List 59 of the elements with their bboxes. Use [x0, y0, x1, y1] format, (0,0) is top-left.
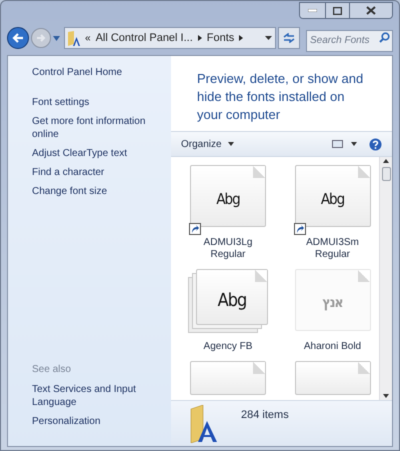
refresh-button[interactable] [278, 27, 300, 49]
minimize-button[interactable] [300, 3, 326, 18]
back-button[interactable] [7, 27, 29, 49]
minimize-icon [308, 9, 317, 12]
scroll-down-arrow-icon [383, 394, 389, 398]
sidebar-link[interactable]: Personalization [32, 415, 165, 428]
folder-font-icon [189, 405, 219, 443]
search-field[interactable]: Search Fonts [306, 30, 393, 52]
sidebar-link[interactable]: Get more font information online [32, 115, 165, 141]
sidebar-link[interactable]: Adjust ClearType text [32, 147, 165, 160]
back-arrow-icon [12, 33, 24, 43]
breadcrumb[interactable]: Fonts [206, 30, 234, 46]
item-count: 284 items [241, 408, 289, 423]
close-button[interactable] [350, 3, 392, 18]
sidebar-link[interactable]: Control Panel Home [32, 65, 165, 80]
font-name: ADMUI3Lg Regular [202, 237, 254, 261]
dropdown-caret-icon [265, 36, 272, 40]
sample-text: Abg [218, 288, 246, 312]
font-name: Agency FB [202, 341, 254, 353]
sample-text: אנץ [322, 294, 343, 312]
overflow-chevron[interactable]: « [85, 30, 91, 46]
shortcut-arrow-icon [189, 223, 201, 235]
close-icon [366, 6, 376, 15]
breadcrumb-arrow-icon[interactable] [198, 35, 202, 41]
dropdown-caret-icon [228, 142, 234, 146]
dropdown-caret-icon [351, 142, 357, 146]
scroll-up-arrow-icon [383, 159, 389, 163]
font-name: Aharoni Bold [302, 341, 362, 353]
folded-corner [253, 166, 265, 178]
folded-corner [358, 362, 370, 374]
sidebar-link[interactable]: Find a character [32, 166, 165, 179]
see-also-heading: See also [32, 363, 72, 377]
search-icon [379, 32, 390, 43]
sidebar-link[interactable]: Text Services and Input Language [32, 383, 165, 409]
breadcrumb-arrow-icon[interactable] [239, 35, 244, 41]
help-icon[interactable] [369, 138, 382, 150]
scroll-thumb[interactable] [382, 167, 390, 181]
dropdown-caret-icon [53, 36, 60, 40]
maximize-icon [333, 6, 342, 14]
folded-corner [255, 270, 267, 282]
breadcrumb[interactable]: All Control Panel I... [96, 30, 193, 46]
view-icon [332, 140, 343, 148]
folded-corner [358, 166, 370, 178]
folder-font-icon [68, 30, 80, 46]
maximize-button[interactable] [326, 3, 350, 18]
sidebar-link[interactable]: Change font size [32, 185, 165, 198]
address-bar[interactable]: « All Control Panel I... Fonts [64, 27, 276, 49]
views-button[interactable] [332, 140, 357, 148]
header-text: Preview, delete, or show and hide the fonts installed on your computer [196, 70, 364, 124]
sample-text: Abg [320, 188, 344, 210]
sidebar-link[interactable]: Font settings [32, 96, 165, 109]
refresh-arrows-icon [283, 33, 295, 43]
sample-text: Abg [216, 188, 240, 210]
forward-arrow-icon [36, 34, 46, 42]
folded-corner [358, 270, 370, 282]
folded-corner [253, 362, 265, 374]
font-name: ADMUI3Sm Regular [305, 237, 360, 261]
shortcut-arrow-icon [294, 223, 306, 235]
organize-button[interactable]: Organize [181, 136, 234, 152]
